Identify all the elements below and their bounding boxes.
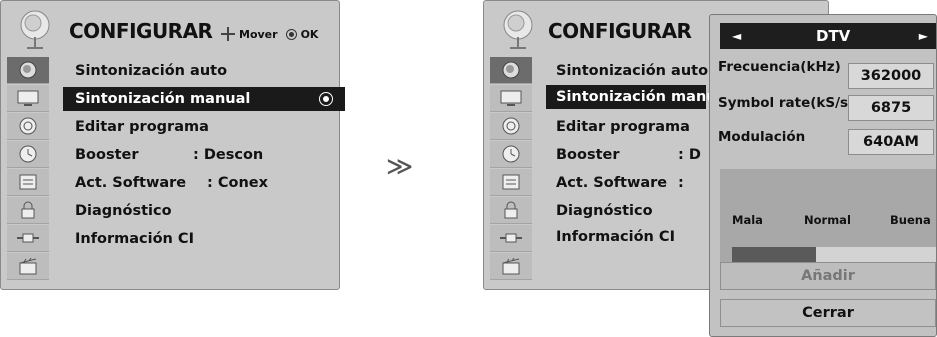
menu-item-ci-information[interactable]: Información CI [546, 225, 706, 249]
booster-value: : D [678, 147, 701, 163]
modulation-label: Modulación [718, 129, 806, 145]
dpad-icon [221, 27, 235, 41]
menu-item-software-update[interactable]: Act. Software: Conex [63, 171, 345, 195]
menu-item-ci-information[interactable]: Información CI [63, 227, 345, 251]
dtv-title: DTV [816, 27, 851, 45]
speaker-icon [502, 117, 520, 135]
satellite-dish-logo [20, 10, 50, 49]
menu-item-diagnostics[interactable]: Diagnóstico [63, 199, 345, 223]
sidebar-item-option[interactable] [7, 169, 49, 196]
software-update-value: : [678, 175, 684, 191]
setup-screen-main: CONFIGURAR Mover OK Sintonización auto S… [0, 0, 345, 290]
menu-item-manual-tuning[interactable]: Sintonización manual [546, 85, 731, 109]
icon-sidebar [7, 57, 49, 283]
satellite-icon [19, 61, 37, 79]
signal-high-label: Buena [890, 213, 931, 227]
frequency-label: Frecuencia(kHz) [718, 59, 841, 75]
sidebar-item-lock[interactable] [7, 197, 49, 224]
sidebar-item-input[interactable] [7, 225, 49, 252]
menu-item-booster[interactable]: Booster: Descon [63, 143, 345, 167]
sidebar-item-picture[interactable] [7, 85, 49, 112]
clapper-icon [502, 257, 520, 275]
speaker-icon [19, 117, 37, 135]
satellite-dish-logo [503, 10, 533, 49]
sidebar-item-setup[interactable] [490, 57, 532, 84]
lock-icon [21, 201, 35, 219]
sidebar-item-time[interactable] [490, 141, 532, 168]
sidebar-item-picture[interactable] [490, 85, 532, 112]
signal-bar [732, 247, 936, 263]
clapper-icon [19, 257, 37, 275]
tv-icon [17, 90, 39, 106]
page-title: CONFIGURAR [548, 19, 692, 43]
signal-mid-label: Normal [804, 213, 851, 227]
symbol-rate-label: Symbol rate(kS/s) [718, 95, 855, 111]
keyboard-icon [19, 174, 37, 190]
menu-item-program-edit[interactable]: Editar programa [63, 115, 345, 139]
menu-item-manual-tuning[interactable]: Sintonización manual [63, 87, 345, 111]
dtv-manual-tuning-panel: ◄ DTV ► Frecuencia(kHz) 362000 Symbol ra… [709, 14, 937, 337]
plug-icon [500, 233, 522, 243]
sidebar-item-option[interactable] [490, 169, 532, 196]
menu-item-program-edit[interactable]: Editar programa [546, 115, 706, 139]
ok-button-icon [285, 28, 297, 40]
frequency-field[interactable]: 362000 [848, 63, 934, 89]
sidebar-item-input[interactable] [490, 225, 532, 252]
clock-icon [19, 145, 37, 163]
dtv-header: ◄ DTV ► [720, 23, 936, 49]
sidebar-item-audio[interactable] [7, 113, 49, 140]
symbol-rate-field[interactable]: 6875 [848, 95, 934, 121]
page-title: CONFIGURAR [69, 19, 213, 43]
signal-low-label: Mala [732, 213, 763, 227]
clock-icon [502, 145, 520, 163]
transition-arrow: ≫ [386, 152, 414, 182]
signal-bar-fill [732, 247, 816, 263]
menu-item-diagnostics[interactable]: Diagnóstico [546, 199, 706, 223]
close-button[interactable]: Cerrar [720, 299, 936, 327]
sidebar-item-media[interactable] [490, 253, 532, 280]
booster-value: : Descon [193, 147, 264, 163]
selected-radio-icon [319, 92, 333, 106]
icon-sidebar [490, 57, 532, 283]
menu-item-auto-tuning[interactable]: Sintonización auto [63, 59, 345, 83]
add-button[interactable]: Añadir [720, 262, 936, 290]
hint-move-label: Mover [239, 27, 278, 41]
modulation-field[interactable]: 640AM [848, 129, 934, 155]
arrow-left-icon[interactable]: ◄ [732, 29, 741, 43]
menu-item-software-update[interactable]: Act. Software: [546, 171, 706, 195]
satellite-icon [502, 61, 520, 79]
menu-item-booster[interactable]: Booster: D [546, 143, 706, 167]
keyboard-icon [502, 174, 520, 190]
software-update-value: : Conex [207, 175, 268, 191]
sidebar-item-audio[interactable] [490, 113, 532, 140]
tv-icon [500, 90, 522, 106]
sidebar-item-time[interactable] [7, 141, 49, 168]
sidebar-item-media[interactable] [7, 253, 49, 280]
navigation-hint: Mover OK [221, 27, 318, 41]
sidebar-item-setup[interactable] [7, 57, 49, 84]
arrow-right-icon[interactable]: ► [919, 29, 928, 43]
menu-item-auto-tuning[interactable]: Sintonización auto [546, 59, 708, 83]
hint-ok-label: OK [300, 27, 319, 41]
sidebar-item-lock[interactable] [490, 197, 532, 224]
plug-icon [17, 233, 39, 243]
lock-icon [504, 201, 518, 219]
